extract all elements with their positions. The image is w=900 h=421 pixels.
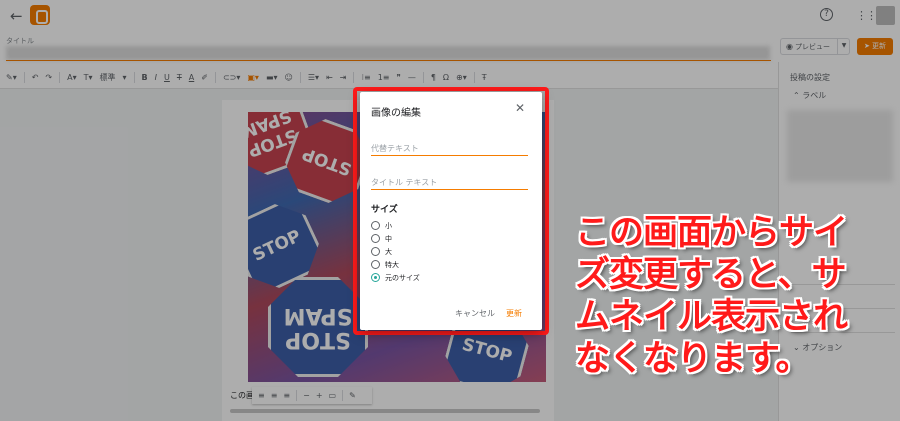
size-option-label: 元のサイズ <box>385 273 420 282</box>
radio-button[interactable] <box>371 234 380 243</box>
annotation-text: この画面からサイズ変更すると、サムネイル表示されなくなります。 <box>575 213 848 379</box>
radio-button[interactable] <box>371 221 380 230</box>
size-option-label: 小 <box>385 221 392 230</box>
radio-button-selected[interactable] <box>371 273 380 282</box>
size-option-original[interactable]: 元のサイズ <box>371 272 420 283</box>
field-underline <box>371 189 528 190</box>
radio-button[interactable] <box>371 247 380 256</box>
radio-button[interactable] <box>371 260 380 269</box>
alt-text-field[interactable] <box>371 141 528 155</box>
dialog-title: 画像の編集 <box>371 108 421 119</box>
edit-image-dialog: 画像の編集 ✕ サイズ 小 中 大 特大 元のサイズ キャンセル 更新 <box>360 92 542 330</box>
close-icon[interactable]: ✕ <box>515 101 525 115</box>
size-option-xlarge[interactable]: 特大 <box>371 259 399 270</box>
cancel-button[interactable]: キャンセル <box>455 308 495 319</box>
dialog-update-button[interactable]: 更新 <box>506 308 522 319</box>
size-option-label: 大 <box>385 247 392 256</box>
size-option-small[interactable]: 小 <box>371 220 392 231</box>
size-option-label: 中 <box>385 234 392 243</box>
size-heading: サイズ <box>371 205 398 215</box>
size-option-medium[interactable]: 中 <box>371 233 392 244</box>
size-option-label: 特大 <box>385 260 399 269</box>
field-underline <box>371 155 528 156</box>
title-text-field[interactable] <box>371 175 528 189</box>
size-option-large[interactable]: 大 <box>371 246 392 257</box>
